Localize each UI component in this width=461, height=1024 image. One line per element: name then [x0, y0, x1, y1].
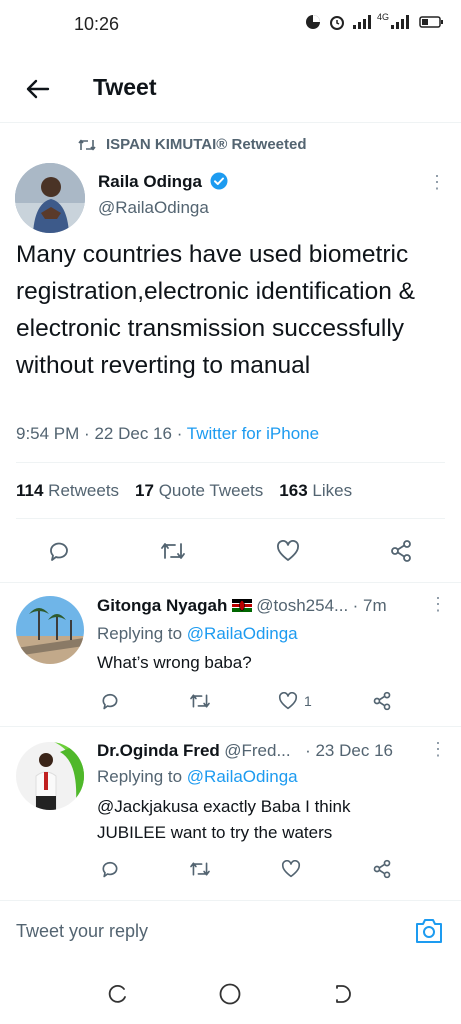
avatar-image [16, 596, 84, 664]
tweet-text: Many countries have used biometric regis… [16, 241, 416, 379]
camera-icon[interactable] [414, 917, 444, 945]
heart-icon [277, 540, 299, 561]
reply-text-line: JUBILEE want to try the waters [97, 823, 333, 842]
more-options-icon[interactable]: ⋮ [428, 173, 446, 191]
retweet-button[interactable] [187, 856, 213, 882]
reply-author-handle: @Fred... [224, 741, 291, 760]
back-arrow-icon[interactable] [22, 74, 52, 104]
back-nav-icon[interactable] [331, 983, 353, 1005]
reply-icon [50, 542, 68, 561]
signal-icon [352, 15, 371, 29]
share-icon [373, 859, 391, 879]
retweet-icon [190, 694, 210, 708]
likes-count: 163 [279, 481, 308, 500]
home-icon[interactable] [218, 982, 242, 1006]
reply-icon [102, 693, 118, 710]
reply-button[interactable] [97, 856, 123, 882]
replying-to-link[interactable]: @RailaOdinga [187, 624, 298, 643]
retweet-button[interactable] [158, 536, 188, 566]
alarm-icon [329, 16, 344, 30]
meta-separator: · [176, 424, 183, 443]
replying-to-link[interactable]: @RailaOdinga [187, 767, 298, 786]
retweet-icon [190, 862, 210, 876]
data-saver-icon [305, 15, 320, 29]
quote-tweets-stat[interactable]: 17 Quote Tweets [135, 481, 263, 501]
quotes-count: 17 [135, 481, 154, 500]
share-button[interactable] [386, 536, 416, 566]
reply-input[interactable]: Tweet your reply [16, 921, 148, 942]
avatar[interactable] [16, 742, 84, 810]
retweets-count: 114 [16, 481, 44, 500]
meta-separator: · [84, 424, 90, 443]
like-button[interactable] [273, 536, 303, 566]
reply-header: Dr.Oginda Fred @Fred... · 23 Dec 16 [97, 741, 427, 761]
replying-prefix: Replying to [97, 624, 183, 643]
divider [0, 726, 461, 727]
status-icons: 4G [305, 12, 443, 30]
reply-author-name[interactable]: Dr.Oginda Fred [97, 741, 220, 760]
status-time: 10:26 [74, 14, 120, 34]
like-count: 1 [304, 693, 312, 709]
reply-time: · 7m [352, 596, 387, 615]
retweet-button[interactable] [187, 688, 213, 714]
network-type: 4G [376, 12, 389, 22]
share-icon [373, 691, 391, 711]
like-button[interactable] [278, 856, 304, 882]
reply-compose-bar: Tweet your reply [0, 900, 461, 965]
likes-stat[interactable]: 163 Likes [279, 481, 352, 501]
kenya-flag-icon [231, 599, 252, 612]
more-options-icon[interactable]: ⋮ [429, 740, 447, 758]
top-bar: Tweet [0, 52, 461, 123]
reply-button[interactable] [44, 536, 74, 566]
reply-author-handle: @tosh254... [256, 596, 349, 615]
author-info[interactable]: Raila Odinga @RailaOdinga [98, 172, 228, 218]
status-bar: 10:26 4G [0, 0, 461, 52]
retweet-icon [161, 543, 185, 559]
replying-prefix: Replying to [97, 767, 183, 786]
tweet-time: 9:54 PM [16, 424, 80, 443]
like-button[interactable]: 1 [278, 688, 312, 714]
divider [16, 462, 445, 463]
retweet-icon [78, 139, 96, 150]
share-button[interactable] [369, 856, 395, 882]
recents-icon[interactable] [107, 983, 129, 1005]
system-nav-bar [0, 966, 461, 1024]
heart-icon [278, 692, 298, 710]
reply-button[interactable] [97, 688, 123, 714]
share-icon [391, 540, 411, 562]
reply-time: · 23 Dec 16 [305, 741, 393, 760]
reply-header: Gitonga Nyagah @tosh254... · 7m [97, 596, 427, 616]
more-options-icon[interactable]: ⋮ [429, 595, 447, 613]
avatar[interactable] [16, 596, 84, 664]
replying-to: Replying to @RailaOdinga [97, 624, 298, 644]
reply-author-name[interactable]: Gitonga Nyagah [97, 596, 227, 615]
heart-icon [281, 860, 301, 878]
tweet-source-link[interactable]: Twitter for iPhone [187, 424, 319, 443]
reply-icon [102, 861, 118, 878]
divider [0, 582, 461, 583]
quotes-label: Quote Tweets [158, 481, 264, 500]
likes-label: Likes [312, 481, 353, 500]
tweet-stats: 114 Retweets 17 Quote Tweets 163 Likes [16, 481, 352, 501]
retweets-stat[interactable]: 114 Retweets [16, 481, 119, 501]
avatar-image [16, 742, 84, 810]
page-title: Tweet [93, 74, 157, 100]
tweet-date: 22 Dec 16 [94, 424, 172, 443]
avatar-image [15, 163, 85, 233]
replying-to: Replying to @RailaOdinga [97, 767, 298, 787]
avatar[interactable] [15, 163, 85, 233]
retweets-label: Retweets [48, 481, 120, 500]
author-name: Raila Odinga [98, 172, 202, 191]
divider [16, 518, 445, 519]
share-button[interactable] [369, 688, 395, 714]
reply-text: What’s wrong baba? [97, 653, 252, 672]
reply-text-line: @Jackjakusa exactly Baba I think [97, 797, 351, 816]
signal-icon-2 [391, 15, 409, 29]
battery-icon [419, 16, 443, 28]
retweet-context[interactable]: ISPAN KIMUTAI® Retweeted [78, 136, 307, 153]
author-handle: @RailaOdinga [98, 198, 209, 217]
tweet-meta: 9:54 PM · 22 Dec 16 · Twitter for iPhone [16, 424, 319, 444]
retweet-context-text: ISPAN KIMUTAI® Retweeted [106, 136, 307, 153]
verified-badge-icon [210, 172, 228, 190]
